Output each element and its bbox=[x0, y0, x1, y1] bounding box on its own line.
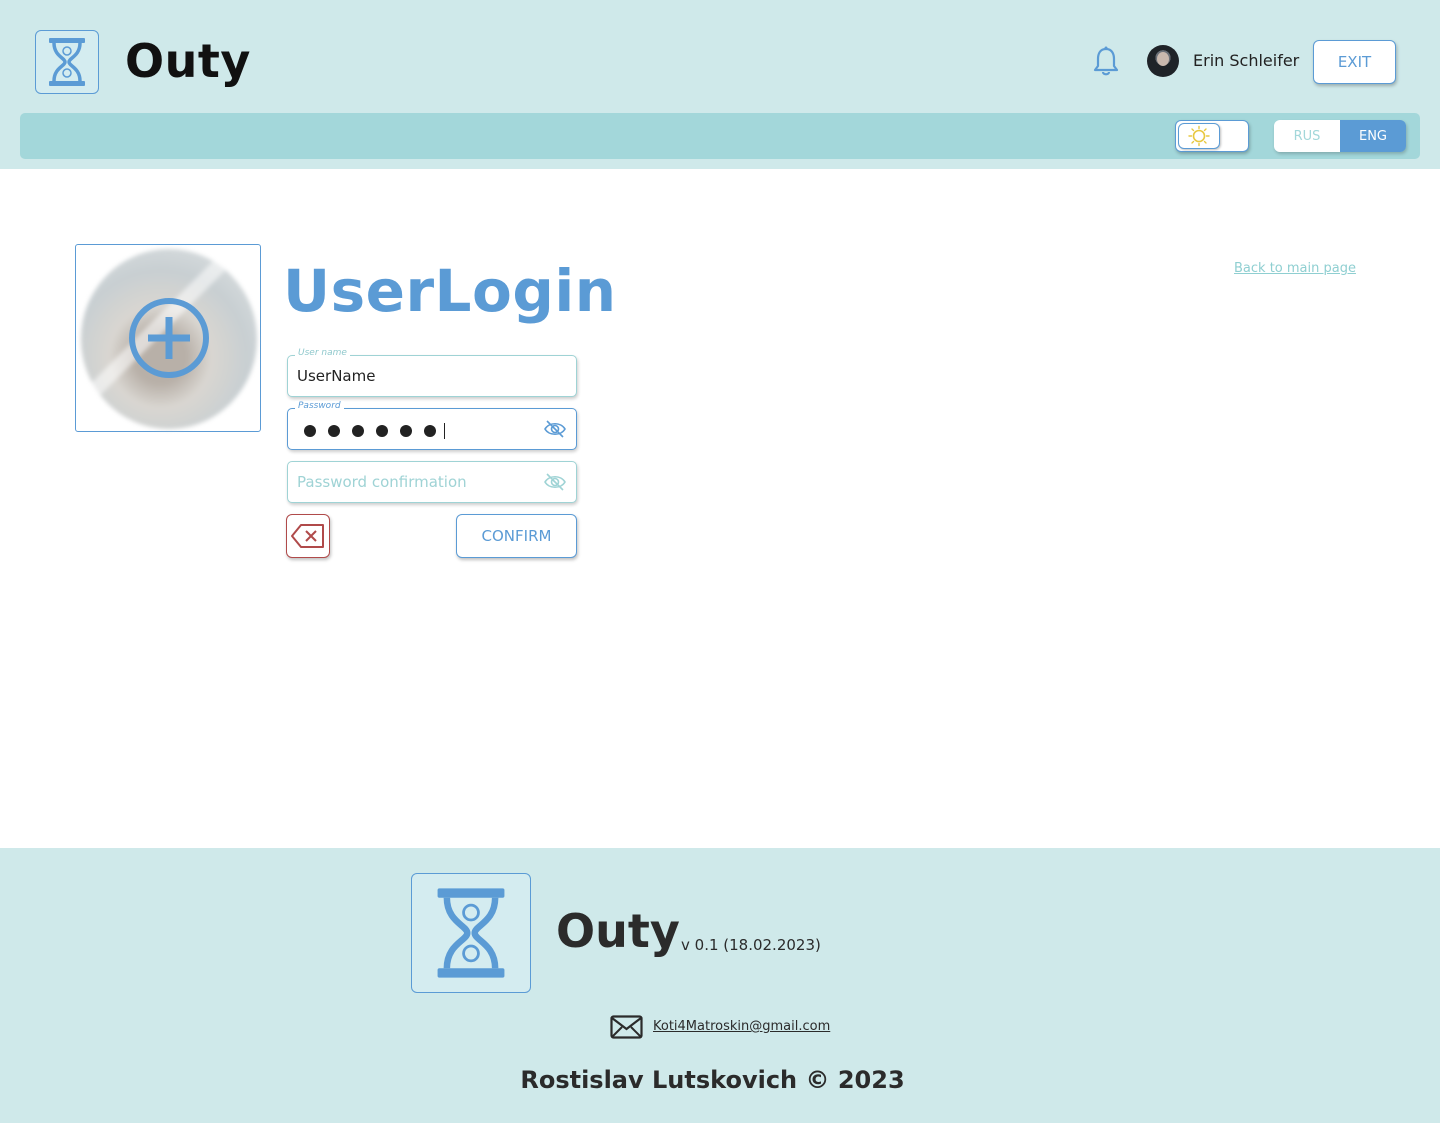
eye-slash-icon[interactable] bbox=[543, 419, 567, 439]
copyright: Rostislav Lutskovich © 2023 bbox=[520, 1066, 905, 1094]
plus-circle-icon[interactable] bbox=[128, 297, 210, 379]
user-name: Erin Schleifer bbox=[1193, 51, 1300, 70]
app-title: Outy bbox=[125, 34, 251, 88]
footer-version: v 0.1 (18.02.2023) bbox=[681, 936, 821, 954]
password-field[interactable]: Password bbox=[287, 401, 577, 450]
language-switch: RUS ENG bbox=[1274, 120, 1406, 152]
mail-icon bbox=[610, 1015, 643, 1039]
back-to-main-link[interactable]: Back to main page bbox=[1234, 261, 1356, 276]
page-title: UserLogin bbox=[283, 257, 617, 325]
clear-button[interactable] bbox=[286, 514, 330, 558]
username-field[interactable]: User name UserName bbox=[287, 348, 577, 397]
password-masked-value bbox=[304, 423, 445, 439]
username-label: User name bbox=[295, 348, 350, 358]
confirm-button[interactable]: CONFIRM bbox=[456, 514, 577, 558]
sun-icon bbox=[1178, 123, 1220, 149]
password-confirmation-placeholder: Password confirmation bbox=[297, 473, 467, 491]
email-link[interactable]: Koti4Matroskin@gmail.com bbox=[653, 1019, 830, 1034]
theme-toggle[interactable] bbox=[1175, 120, 1249, 152]
hourglass-logo-icon[interactable] bbox=[35, 30, 99, 94]
backspace-x-icon bbox=[291, 524, 324, 548]
lang-eng-button[interactable]: ENG bbox=[1340, 120, 1406, 152]
eye-slash-icon[interactable] bbox=[543, 472, 567, 492]
avatar-upload[interactable] bbox=[75, 244, 261, 432]
username-value: UserName bbox=[297, 367, 376, 385]
hourglass-logo-icon bbox=[411, 873, 531, 993]
password-label: Password bbox=[295, 401, 344, 411]
bell-icon[interactable] bbox=[1091, 45, 1121, 77]
avatar[interactable] bbox=[1147, 45, 1179, 77]
exit-button[interactable]: EXIT bbox=[1313, 40, 1396, 84]
footer-app-name: Outy bbox=[556, 904, 680, 958]
password-confirmation-field[interactable]: Password confirmation bbox=[287, 461, 577, 503]
lang-rus-button[interactable]: RUS bbox=[1274, 120, 1340, 152]
